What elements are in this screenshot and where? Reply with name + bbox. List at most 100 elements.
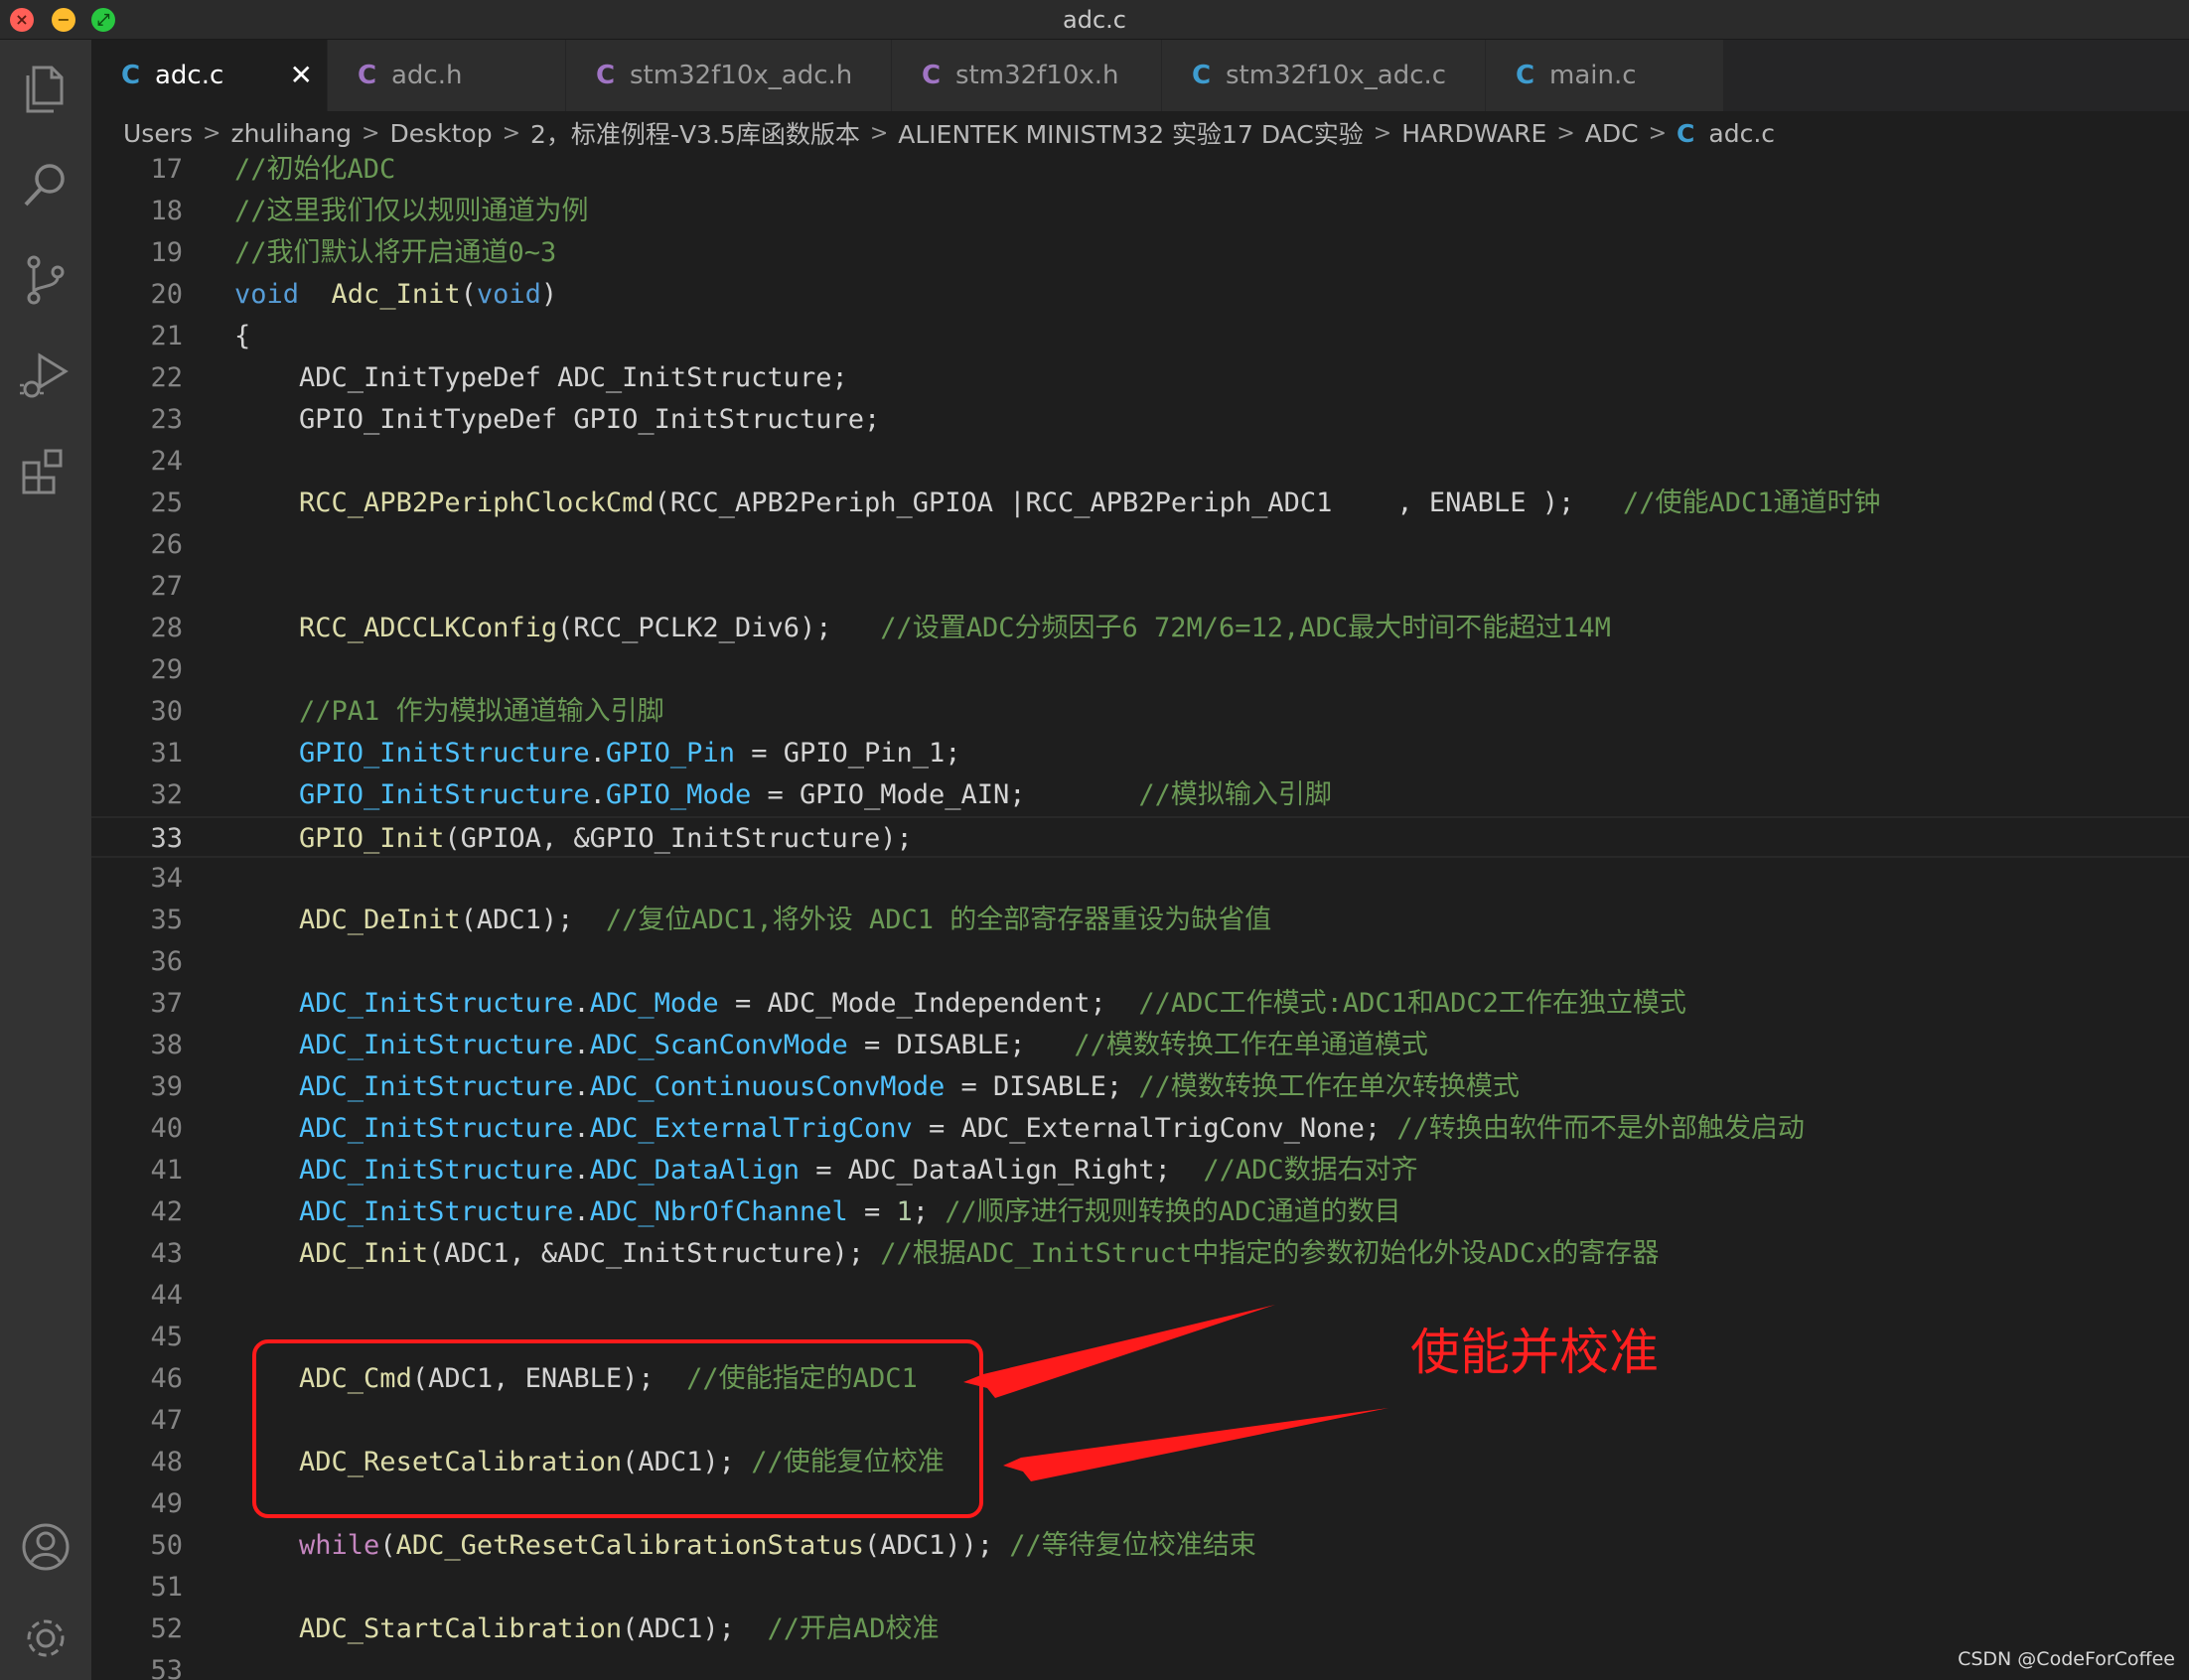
chevron-right-icon: > — [1648, 120, 1668, 146]
tab-adc-h[interactable]: C adc.h — [328, 40, 566, 111]
code-token: (RCC_APB2Periph_GPIOA |RCC_APB2Periph_AD… — [654, 488, 1623, 518]
breadcrumb-item-desktop[interactable]: Desktop — [389, 119, 492, 148]
line-number: 24 — [150, 446, 183, 477]
close-tab-icon[interactable]: ✕ — [290, 58, 313, 93]
code-token: //初始化ADC — [234, 155, 396, 185]
code-line[interactable]: 28 RCC_ADCCLKConfig(RCC_PCLK2_Div6); //设… — [91, 608, 2189, 649]
breadcrumb-item-example-folder[interactable]: 2，标准例程-V3.5库函数版本 — [530, 115, 860, 151]
code-token: void — [476, 279, 541, 310]
breadcrumb-item-adc[interactable]: ADC — [1585, 119, 1639, 148]
code-line[interactable]: 44 — [91, 1275, 2189, 1317]
code-text: ADC_InitStructure.ADC_Mode = ADC_Mode_In… — [234, 983, 1686, 1025]
code-token: = DISABLE; — [945, 1071, 1139, 1102]
code-token: GPIO_Mode — [605, 779, 752, 810]
code-line[interactable]: 40 ADC_InitStructure.ADC_ExternalTrigCon… — [91, 1108, 2189, 1150]
code-text: ADC_StartCalibration(ADC1); //开启AD校准 — [234, 1609, 939, 1650]
run-debug-button[interactable] — [16, 346, 75, 405]
tab-label: stm32f10x_adc.h — [630, 61, 853, 90]
code-token: ADC_NbrOfChannel — [589, 1196, 848, 1227]
code-token: . — [573, 988, 590, 1019]
source-control-button[interactable] — [16, 250, 75, 310]
code-token: //我们默认将开启通道0~3 — [234, 237, 557, 268]
line-number: 41 — [150, 1155, 183, 1186]
code-text: ADC_Init(ADC1, &ADC_InitStructure); //根据… — [234, 1233, 1659, 1275]
extensions-button[interactable] — [16, 441, 75, 500]
code-token: = GPIO_Pin_1; — [734, 738, 961, 769]
breadcrumb-item-users[interactable]: Users — [123, 119, 193, 148]
chevron-right-icon: > — [869, 120, 889, 146]
chevron-right-icon: > — [203, 120, 221, 146]
code-token: = ADC_ExternalTrigConv_None; — [912, 1113, 1397, 1144]
line-number: 48 — [150, 1447, 183, 1477]
code-line[interactable]: 34 — [91, 858, 2189, 900]
tab-adc-c[interactable]: C adc.c ✕ — [91, 40, 328, 111]
code-line[interactable]: 41 ADC_InitStructure.ADC_DataAlign = ADC… — [91, 1150, 2189, 1191]
code-token: . — [573, 1071, 590, 1102]
code-line[interactable]: 50 while(ADC_GetResetCalibrationStatus(A… — [91, 1525, 2189, 1567]
code-line[interactable]: 23 GPIO_InitTypeDef GPIO_InitStructure; — [91, 399, 2189, 441]
code-line[interactable]: 29 — [91, 649, 2189, 691]
code-line[interactable]: 36 — [91, 941, 2189, 983]
code-line[interactable]: 22 ADC_InitTypeDef ADC_InitStructure; — [91, 357, 2189, 399]
accounts-button[interactable] — [16, 1517, 75, 1577]
code-token: . — [589, 779, 606, 810]
code-line[interactable]: 25 RCC_APB2PeriphClockCmd(RCC_APB2Periph… — [91, 483, 2189, 524]
code-line[interactable]: 38 ADC_InitStructure.ADC_ScanConvMode = … — [91, 1025, 2189, 1066]
code-token: Adc_Init — [331, 279, 461, 310]
line-number: 23 — [150, 404, 183, 435]
code-token: //模数转换工作在单次转换模式 — [1138, 1071, 1520, 1102]
tab-stm32f10x-adc-h[interactable]: C stm32f10x_adc.h — [566, 40, 892, 111]
breadcrumb-item-zhulihang[interactable]: zhulihang — [230, 119, 352, 148]
chevron-right-icon: > — [362, 120, 380, 146]
line-number: 18 — [150, 196, 183, 226]
code-line[interactable]: 51 — [91, 1567, 2189, 1609]
code-line[interactable]: 18 //这里我们仅以规则通道为例 — [91, 191, 2189, 232]
files-icon — [26, 66, 64, 113]
code-line[interactable]: 35 ADC_DeInit(ADC1); //复位ADC1,将外设 ADC1 的… — [91, 900, 2189, 941]
code-line[interactable]: 52 ADC_StartCalibration(ADC1); //开启AD校准 — [91, 1609, 2189, 1650]
explorer-button[interactable] — [16, 60, 75, 119]
code-line[interactable]: 53 — [91, 1650, 2189, 1680]
code-text: void Adc_Init(void) — [234, 274, 557, 316]
breadcrumb-item-file[interactable]: adc.c — [1708, 119, 1775, 148]
code-line[interactable]: 32 GPIO_InitStructure.GPIO_Mode = GPIO_M… — [91, 774, 2189, 816]
code-line[interactable]: 37 ADC_InitStructure.ADC_Mode = ADC_Mode… — [91, 983, 2189, 1025]
code-line[interactable]: 17 //初始化ADC — [91, 155, 2189, 191]
line-number: 20 — [150, 279, 183, 310]
code-text: ADC_DeInit(ADC1); //复位ADC1,将外设 ADC1 的全部寄… — [234, 900, 1271, 941]
search-button[interactable] — [16, 155, 75, 214]
code-token: //等待复位校准结束 — [1009, 1530, 1256, 1561]
run-debug-icon — [20, 352, 69, 398]
code-line[interactable]: 31 GPIO_InitStructure.GPIO_Pin = GPIO_Pi… — [91, 733, 2189, 774]
code-token: ADC_GetResetCalibrationStatus — [395, 1530, 864, 1561]
tab-main-c[interactable]: C main.c — [1486, 40, 1724, 111]
code-line[interactable]: 42 ADC_InitStructure.ADC_NbrOfChannel = … — [91, 1191, 2189, 1233]
breadcrumb-item-project[interactable]: ALIENTEK MINISTM32 实验17 DAC实验 — [898, 115, 1363, 151]
code-line[interactable]: 24 — [91, 441, 2189, 483]
manage-settings-button[interactable] — [16, 1609, 75, 1668]
tab-stm32f10x-adc-c[interactable]: C stm32f10x_adc.c — [1162, 40, 1486, 111]
code-line[interactable]: 19 //我们默认将开启通道0~3 — [91, 232, 2189, 274]
chevron-right-icon: > — [502, 120, 521, 146]
code-text: //PA1 作为模拟通道输入引脚 — [234, 691, 664, 733]
code-line[interactable]: 21 { — [91, 316, 2189, 357]
tab-stm32f10x-h[interactable]: C stm32f10x.h — [892, 40, 1162, 111]
code-line[interactable]: 43 ADC_Init(ADC1, &ADC_InitStructure); /… — [91, 1233, 2189, 1275]
window-titlebar: × − ⤢ adc.c — [0, 0, 2189, 40]
code-line[interactable]: 39 ADC_InitStructure.ADC_ContinuousConvM… — [91, 1066, 2189, 1108]
code-line[interactable]: 20 void Adc_Init(void) — [91, 274, 2189, 316]
line-number: 27 — [150, 571, 183, 602]
code-line[interactable]: 27 — [91, 566, 2189, 608]
code-line[interactable]: 26 — [91, 524, 2189, 566]
breadcrumb-item-hardware[interactable]: HARDWARE — [1401, 119, 1546, 148]
code-text: //我们默认将开启通道0~3 — [234, 232, 556, 274]
code-token: (ADC1); — [622, 1613, 768, 1644]
code-line[interactable]: 30 //PA1 作为模拟通道输入引脚 — [91, 691, 2189, 733]
code-line[interactable]: 33 GPIO_Init(GPIOA, &GPIO_InitStructure)… — [91, 816, 2189, 858]
code-token: . — [573, 1196, 590, 1227]
line-number: 29 — [150, 654, 183, 685]
